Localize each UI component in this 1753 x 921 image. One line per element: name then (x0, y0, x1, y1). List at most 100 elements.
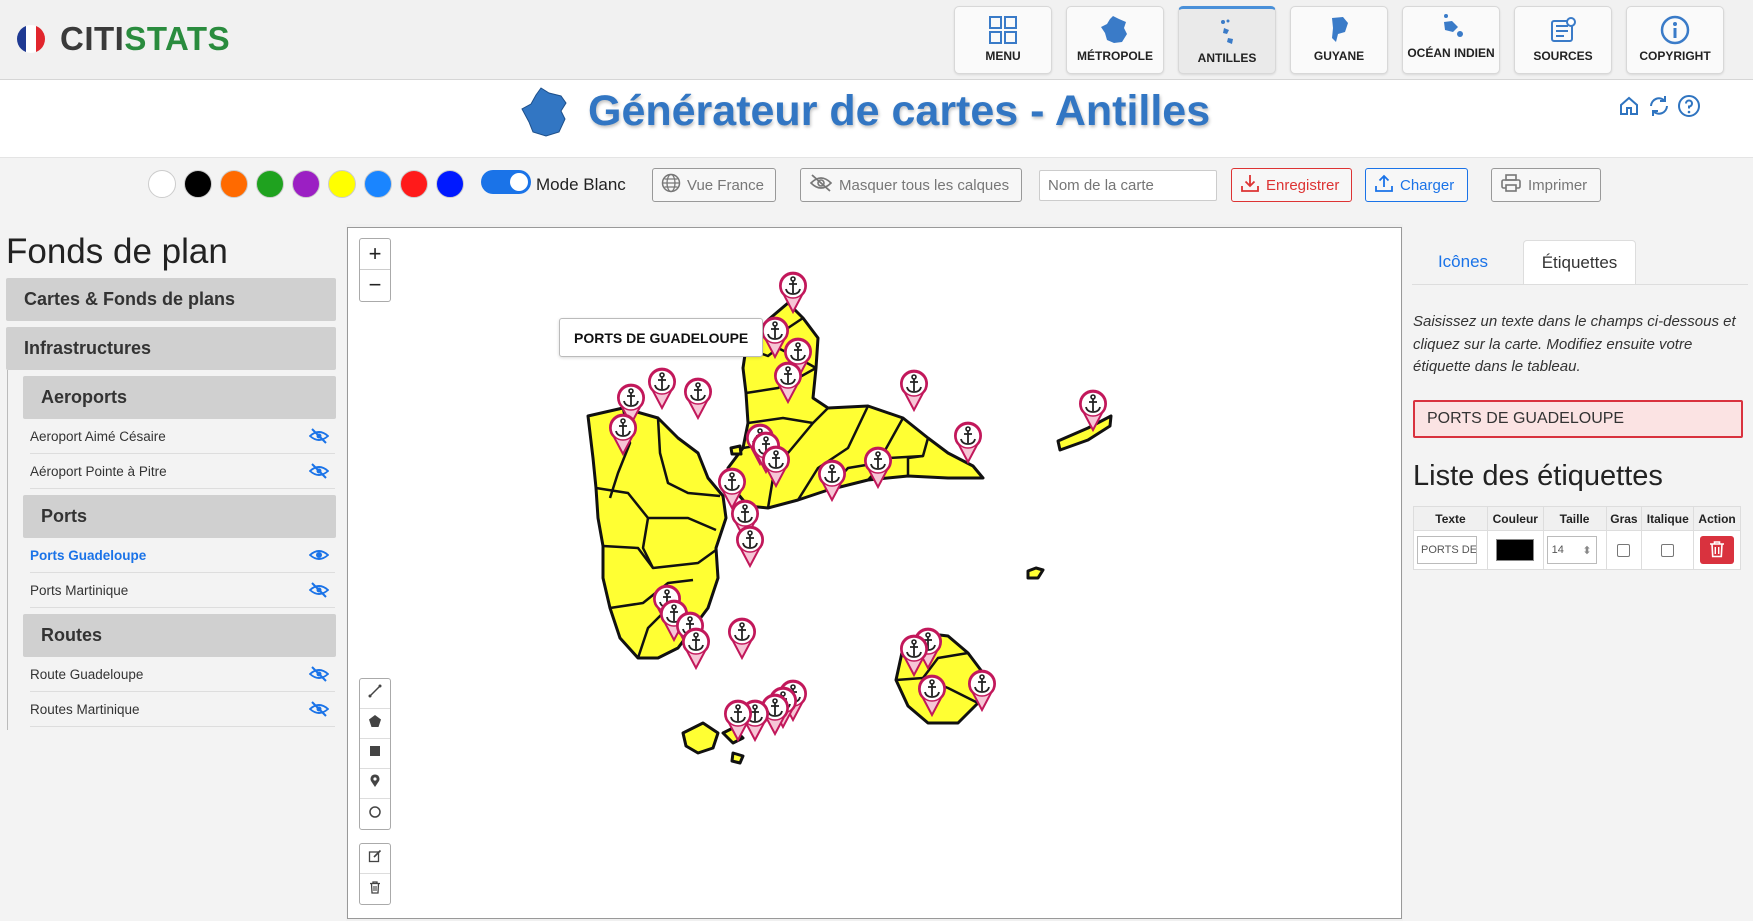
left-panel-title: Fonds de plan (6, 232, 228, 271)
polygon-icon (368, 714, 382, 733)
draw-marker-button[interactable] (360, 769, 390, 799)
download-icon (1240, 173, 1260, 197)
draw-toolbar (359, 678, 391, 830)
layer-ports-guadeloupe[interactable]: Ports Guadeloupe (30, 539, 335, 573)
antilles-map-icon (1210, 15, 1244, 49)
delete-layers-button[interactable] (360, 874, 390, 904)
layer-aeroport-aime-cesaire[interactable]: Aeroport Aimé Césaire (30, 420, 335, 454)
eye-slash-icon[interactable] (308, 666, 330, 685)
layer-routes-martinique[interactable]: Routes Martinique (30, 693, 335, 727)
mode-blanc-label: Mode Blanc (536, 175, 626, 194)
eye-icon[interactable] (308, 547, 330, 566)
guadeloupe-map (586, 271, 1113, 765)
help-icon[interactable] (1677, 94, 1701, 118)
accordion-cartes[interactable]: Cartes & Fonds de plans (6, 278, 336, 321)
globe-icon (661, 173, 681, 197)
eye-slash-icon[interactable] (308, 701, 330, 720)
tab-divider (1412, 284, 1748, 285)
accordion-aeroports[interactable]: Aeroports (23, 376, 336, 419)
eye-slash-icon (809, 173, 833, 197)
marker-icon (368, 774, 382, 793)
table-row: PORTS DE GUADELOUPE 14 (1413, 530, 1741, 570)
accordion-ports[interactable]: Ports (23, 495, 336, 538)
vue-france-button[interactable]: Vue France (652, 168, 776, 202)
refresh-icon[interactable] (1647, 94, 1671, 118)
layer-aeroport-pointe-a-pitre[interactable]: Aéroport Pointe à Pitre (30, 455, 335, 489)
bold-checkbox[interactable] (1617, 543, 1631, 557)
citistats-logo[interactable]: CITISTATS (60, 20, 230, 58)
color-swatch-orange[interactable] (220, 170, 248, 198)
accordion-routes[interactable]: Routes (23, 614, 336, 657)
tab-icones[interactable]: Icônes (1421, 240, 1505, 284)
mode-blanc-toggle[interactable] (481, 170, 531, 194)
france-map-icon (1098, 13, 1132, 47)
col-taille: Taille (1542, 506, 1607, 531)
info-icon (1658, 13, 1692, 47)
layer-ports-martinique[interactable]: Ports Martinique (30, 574, 335, 608)
color-swatch-red[interactable] (400, 170, 428, 198)
trash-icon (1709, 540, 1725, 561)
nav-guyane-button[interactable]: GUYANE (1290, 6, 1388, 74)
eye-slash-icon[interactable] (308, 463, 330, 482)
ocean-indien-map-icon (1434, 9, 1468, 43)
nav-antilles-button[interactable]: ANTILLES (1178, 6, 1276, 74)
color-swatch-black[interactable] (184, 170, 212, 198)
nav-copyright-button[interactable]: COPYRIGHT (1626, 6, 1724, 74)
label-text-input[interactable]: PORTS DE GUADELOUPE (1413, 400, 1743, 438)
map-name-input[interactable] (1039, 170, 1217, 201)
load-button[interactable]: Charger (1365, 168, 1468, 202)
sources-icon (1546, 13, 1580, 47)
nav-sources-button[interactable]: SOURCES (1514, 6, 1612, 74)
hide-all-layers-button[interactable]: Masquer tous les calques (800, 168, 1022, 202)
grid-icon (986, 13, 1020, 47)
col-italique: Italique (1641, 506, 1695, 531)
col-gras: Gras (1605, 506, 1643, 531)
col-texte: Texte (1413, 506, 1488, 531)
circle-icon (368, 805, 382, 824)
draw-circle-button[interactable] (360, 799, 390, 829)
trash-icon (368, 880, 382, 899)
layer-route-guadeloupe[interactable]: Route Guadeloupe (30, 658, 335, 692)
zoom-control: + − (359, 238, 391, 302)
guyane-map-icon (1322, 13, 1356, 47)
accordion-infrastructures[interactable]: Infrastructures (6, 327, 336, 370)
zoom-out-button[interactable]: − (360, 270, 390, 301)
print-button[interactable]: Imprimer (1491, 168, 1601, 202)
delete-label-button[interactable] (1700, 536, 1735, 564)
eye-slash-icon[interactable] (308, 428, 330, 447)
color-swatch-green[interactable] (256, 170, 284, 198)
printer-icon (1500, 173, 1522, 197)
label-size-stepper[interactable]: 14 (1546, 536, 1597, 564)
upload-icon (1374, 173, 1394, 197)
home-icon[interactable] (1617, 94, 1641, 118)
tab-etiquettes[interactable]: Étiquettes (1523, 240, 1636, 284)
tree-line (7, 370, 8, 730)
edit-icon (368, 849, 382, 868)
label-color-picker[interactable] (1496, 539, 1535, 561)
draw-polygon-button[interactable] (360, 709, 390, 739)
col-action: Action (1693, 506, 1741, 531)
draw-rectangle-button[interactable] (360, 739, 390, 769)
nav-ocean-indien-button[interactable]: OCÉAN INDIEN (1402, 6, 1500, 74)
color-swatch-white[interactable] (148, 170, 176, 198)
polyline-icon (368, 684, 382, 703)
edit-layers-button[interactable] (360, 844, 390, 874)
help-text: Saisissez un texte dans le champs ci-des… (1413, 313, 1736, 375)
map-label-ports-guadeloupe[interactable]: PORTS DE GUADELOUPE (559, 318, 764, 357)
eye-slash-icon[interactable] (308, 582, 330, 601)
france-map-icon (519, 86, 571, 145)
save-button[interactable]: Enregistrer (1231, 168, 1352, 202)
nav-metropole-button[interactable]: MÉTROPOLE (1066, 6, 1164, 74)
color-swatch-purple[interactable] (292, 170, 320, 198)
draw-polyline-button[interactable] (360, 679, 390, 709)
color-swatch-yellow[interactable] (328, 170, 356, 198)
edit-toolbar (359, 843, 391, 905)
zoom-in-button[interactable]: + (360, 239, 390, 270)
map-canvas[interactable] (347, 227, 1402, 919)
label-text-field[interactable]: PORTS DE GUADELOUPE (1417, 536, 1477, 564)
italic-checkbox[interactable] (1661, 543, 1675, 557)
color-swatch-lightblue[interactable] (364, 170, 392, 198)
color-swatch-blue[interactable] (436, 170, 464, 198)
rectangle-icon (368, 744, 382, 763)
nav-menu-button[interactable]: MENU (954, 6, 1052, 74)
